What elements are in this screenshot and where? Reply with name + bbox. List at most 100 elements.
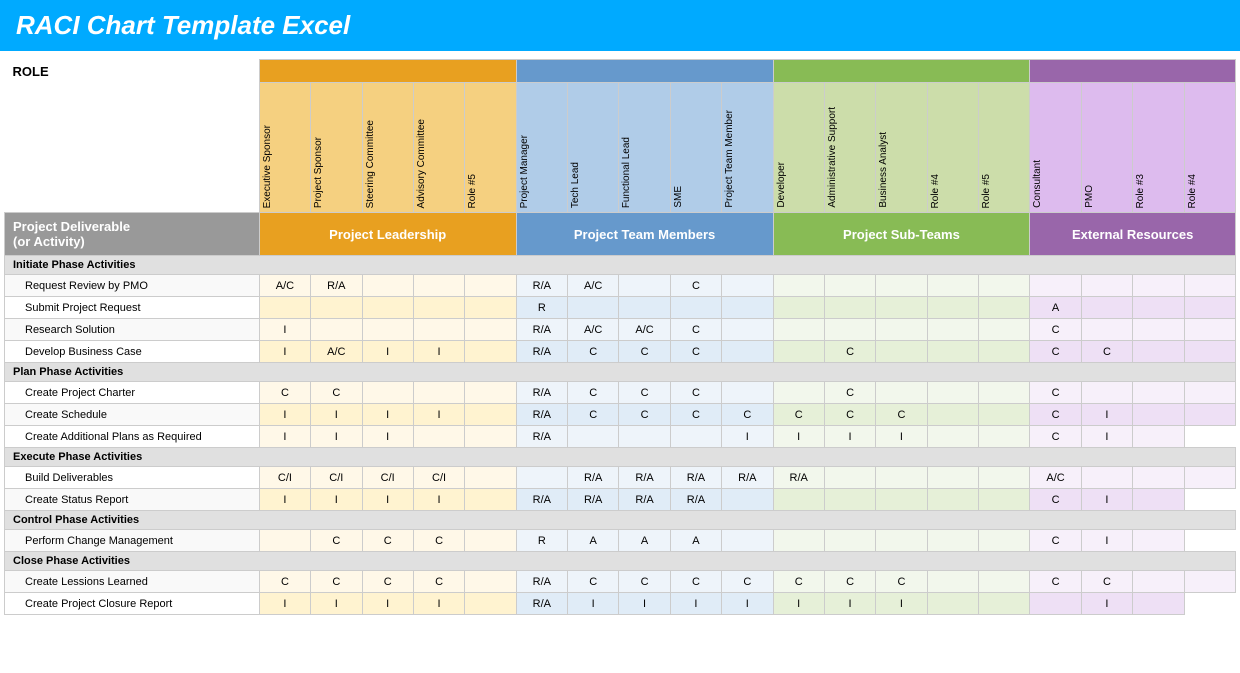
data-cell: C/I bbox=[362, 467, 413, 489]
data-cell bbox=[979, 404, 1030, 426]
data-cell: A bbox=[568, 530, 619, 552]
data-cell bbox=[413, 275, 464, 297]
data-cell: A bbox=[1030, 297, 1081, 319]
data-cell bbox=[722, 382, 773, 404]
data-cell: R/A bbox=[516, 341, 567, 363]
data-cell: C bbox=[413, 530, 464, 552]
data-cell bbox=[413, 319, 464, 341]
data-cell: A bbox=[670, 530, 721, 552]
data-cell bbox=[979, 341, 1030, 363]
data-cell: I bbox=[413, 341, 464, 363]
activity-cell: Submit Project Request bbox=[5, 297, 260, 319]
data-cell: I bbox=[259, 426, 310, 448]
data-cell bbox=[1184, 571, 1236, 593]
data-cell: C bbox=[1030, 319, 1081, 341]
data-cell bbox=[619, 275, 670, 297]
data-cell: C bbox=[1030, 530, 1081, 552]
data-cell: R/A bbox=[722, 467, 773, 489]
data-cell bbox=[1081, 319, 1132, 341]
data-cell bbox=[1081, 297, 1132, 319]
data-cell bbox=[568, 426, 619, 448]
table-row: Build DeliverablesC/IC/IC/IC/IR/AR/AR/AR… bbox=[5, 467, 1236, 489]
data-cell bbox=[876, 382, 927, 404]
data-cell bbox=[1133, 275, 1184, 297]
data-cell: C bbox=[311, 530, 362, 552]
data-cell bbox=[876, 530, 927, 552]
data-cell: C bbox=[670, 319, 721, 341]
data-cell: R/A bbox=[670, 467, 721, 489]
data-cell bbox=[876, 489, 927, 511]
data-cell bbox=[979, 275, 1030, 297]
data-cell bbox=[670, 297, 721, 319]
data-cell: A/C bbox=[311, 341, 362, 363]
data-cell bbox=[773, 489, 824, 511]
col-header-16: PMO bbox=[1081, 83, 1132, 213]
group-label-team: Project Team Members bbox=[516, 213, 773, 256]
table-row: Create Project CharterCCR/ACCCCC bbox=[5, 382, 1236, 404]
data-cell: C bbox=[259, 382, 310, 404]
data-cell: C bbox=[1081, 341, 1132, 363]
data-cell bbox=[722, 297, 773, 319]
data-cell bbox=[362, 297, 413, 319]
data-cell: C bbox=[1030, 571, 1081, 593]
table-row: Create Status ReportIIIIR/AR/AR/AR/ACI bbox=[5, 489, 1236, 511]
data-cell: A/C bbox=[568, 319, 619, 341]
section-row: Execute Phase Activities bbox=[5, 448, 1236, 467]
data-cell: C bbox=[722, 571, 773, 593]
data-cell: I bbox=[311, 426, 362, 448]
data-cell: C bbox=[568, 404, 619, 426]
data-cell: R/A bbox=[516, 382, 567, 404]
data-cell: C bbox=[568, 382, 619, 404]
data-cell bbox=[722, 489, 773, 511]
data-cell: I bbox=[413, 404, 464, 426]
data-cell: R/A bbox=[516, 426, 567, 448]
data-cell bbox=[465, 426, 516, 448]
section-row: Control Phase Activities bbox=[5, 511, 1236, 530]
data-cell: A/C bbox=[259, 275, 310, 297]
data-cell bbox=[1133, 341, 1184, 363]
data-cell: R/A bbox=[516, 319, 567, 341]
col-header-7: Functional Lead bbox=[619, 83, 670, 213]
data-cell: C bbox=[876, 404, 927, 426]
data-cell: C bbox=[619, 571, 670, 593]
data-cell bbox=[1133, 426, 1184, 448]
data-cell bbox=[979, 467, 1030, 489]
activity-cell: Request Review by PMO bbox=[5, 275, 260, 297]
data-cell: C bbox=[824, 571, 875, 593]
table-row: Submit Project RequestRA bbox=[5, 297, 1236, 319]
title-bar: RACI Chart Template Excel bbox=[0, 0, 1240, 51]
data-cell bbox=[465, 275, 516, 297]
table-row: Create Additional Plans as RequiredIIIR/… bbox=[5, 426, 1236, 448]
data-cell bbox=[259, 297, 310, 319]
col-header-0: Executive Sponsor bbox=[259, 83, 310, 213]
data-cell bbox=[773, 297, 824, 319]
data-cell: C bbox=[1030, 426, 1081, 448]
col-header-12: Business Analyst bbox=[876, 83, 927, 213]
data-cell: I bbox=[1081, 593, 1132, 615]
data-cell bbox=[979, 593, 1030, 615]
data-cell: I bbox=[362, 593, 413, 615]
activity-cell: Create Project Charter bbox=[5, 382, 260, 404]
page-title: RACI Chart Template Excel bbox=[16, 10, 350, 40]
data-cell bbox=[1030, 593, 1081, 615]
group-label-leadership: Project Leadership bbox=[259, 213, 516, 256]
data-cell bbox=[979, 489, 1030, 511]
col-header-13: Role #4 bbox=[927, 83, 978, 213]
data-cell bbox=[413, 297, 464, 319]
data-cell: R/A bbox=[568, 489, 619, 511]
data-cell: C bbox=[362, 530, 413, 552]
section-label: Close Phase Activities bbox=[5, 552, 1236, 571]
group-header-external bbox=[1030, 60, 1236, 83]
col-header-5: Project Manager bbox=[516, 83, 567, 213]
section-row: Plan Phase Activities bbox=[5, 363, 1236, 382]
data-cell: C bbox=[824, 382, 875, 404]
data-cell: I bbox=[311, 489, 362, 511]
data-cell: R/A bbox=[311, 275, 362, 297]
data-cell bbox=[1081, 382, 1132, 404]
col-header-2: Steering Committee bbox=[362, 83, 413, 213]
data-cell: C/I bbox=[311, 467, 362, 489]
data-cell: I bbox=[362, 341, 413, 363]
data-cell bbox=[722, 530, 773, 552]
data-cell: I bbox=[362, 404, 413, 426]
data-cell bbox=[362, 319, 413, 341]
